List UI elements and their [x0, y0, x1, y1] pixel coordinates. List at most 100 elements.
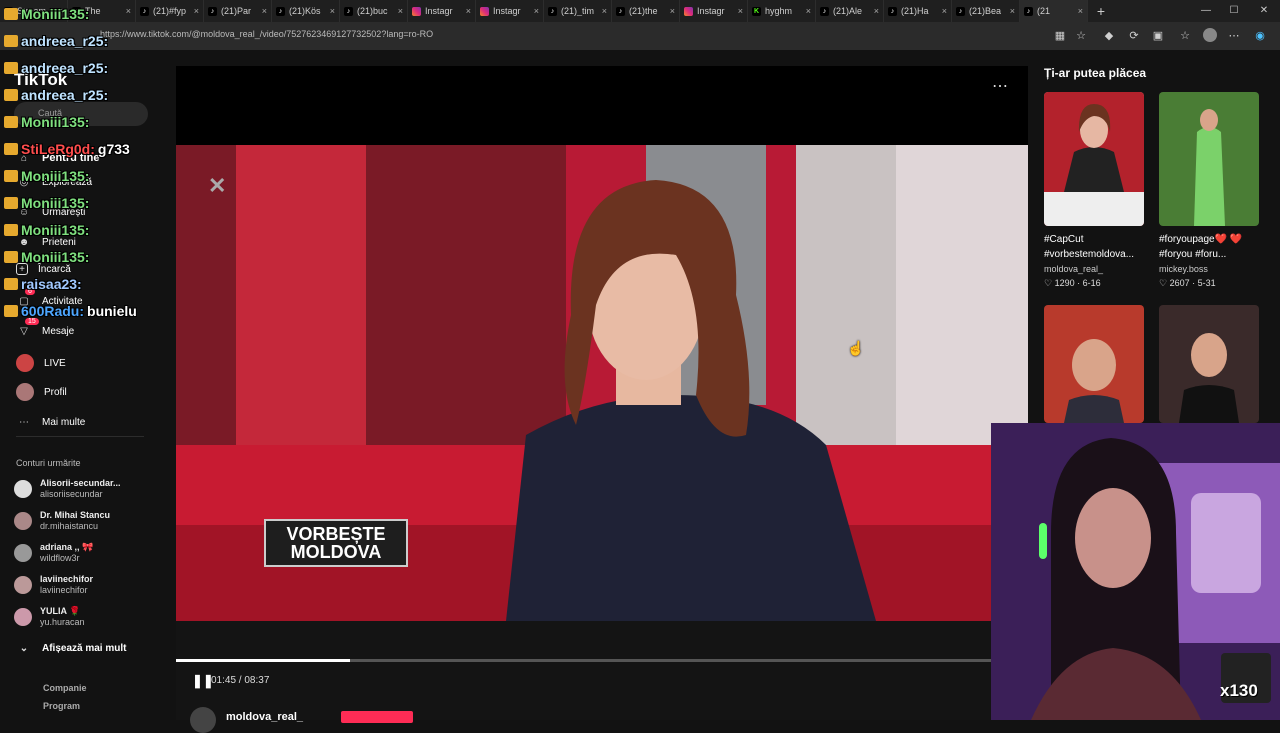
- close-tab-icon[interactable]: ×: [1078, 6, 1083, 16]
- recommended-card[interactable]: #foryoupage❤️ ❤️ #foryou #foru... mickey…: [1159, 92, 1259, 289]
- refresh-icon[interactable]: ⟳: [1126, 28, 1142, 44]
- split-view-icon[interactable]: ▣: [1150, 28, 1166, 44]
- recommended-card[interactable]: #CapCut #vorbestemoldova... moldova_real…: [1044, 92, 1144, 289]
- menu-dots-icon[interactable]: ⋯: [1226, 28, 1242, 44]
- close-tab-icon[interactable]: ×: [330, 6, 335, 16]
- chat-badge-icon: [4, 89, 18, 101]
- browser-tab[interactable]: ♪ (21)buc ×: [340, 0, 408, 22]
- show-more-button[interactable]: ⌄ Afișează mai mult: [16, 640, 127, 656]
- author-avatar[interactable]: [190, 707, 216, 733]
- maximize-button[interactable]: ☐: [1218, 0, 1250, 22]
- following-heading: Conturi urmărite: [16, 458, 81, 468]
- close-tab-icon[interactable]: ×: [126, 6, 131, 16]
- video-frame[interactable]: VORBEȘTE MOLDOVA ✕: [176, 145, 1028, 621]
- follow-button[interactable]: [341, 711, 413, 723]
- chevron-down-icon: ⌄: [19, 642, 29, 654]
- tiktok-icon: ♪: [276, 6, 285, 16]
- browser-tab[interactable]: ♪ (21)_tim ×: [544, 0, 612, 22]
- chat-badge-icon: [4, 224, 18, 236]
- browser-tab[interactable]: ♪ (21 ×: [1020, 0, 1088, 22]
- followed-account[interactable]: adriana ,, 🎀 wildflow3r: [14, 542, 93, 564]
- video-time: 01:45 / 08:37: [211, 675, 270, 686]
- favorites-icon[interactable]: ☆: [1177, 28, 1193, 44]
- nav-messages[interactable]: ▽ 15 Mesaje: [16, 318, 74, 339]
- nav-more[interactable]: ⋯ Mai multe: [16, 414, 85, 430]
- webcam-overlay: x130: [991, 423, 1280, 720]
- chat-badge-icon: [4, 8, 18, 20]
- close-tab-icon[interactable]: ×: [534, 6, 539, 16]
- kick-icon: K: [752, 6, 761, 16]
- close-tab-icon[interactable]: ×: [874, 6, 879, 16]
- browser-tab[interactable]: ♪ (21)Kös ×: [272, 0, 340, 22]
- chat-badge-icon: [4, 251, 18, 263]
- card-author: moldova_real_: [1044, 264, 1104, 274]
- instagram-icon: [684, 6, 693, 16]
- avatar: [14, 544, 32, 562]
- close-tab-icon[interactable]: ×: [942, 6, 947, 16]
- chat-message: raisaa23:: [4, 276, 85, 292]
- hand-cursor-icon: ☝: [847, 340, 865, 356]
- tab-title: Instagr: [425, 6, 453, 16]
- video-more-icon[interactable]: ⋯: [992, 76, 1008, 96]
- close-tab-icon[interactable]: ×: [262, 6, 267, 16]
- chat-message: Moniii135:: [4, 6, 92, 22]
- bookmark-star-icon[interactable]: ☆: [1073, 28, 1089, 44]
- card-title: #CapCut #vorbestemoldova...: [1044, 234, 1135, 260]
- tab-title: (21)Ha: [901, 6, 929, 16]
- profile-icon: [16, 383, 34, 401]
- tab-title: (21)Bea: [969, 6, 1002, 16]
- browser-tab[interactable]: ♪ (21)#fyp ×: [136, 0, 204, 22]
- footer-company-link[interactable]: Companie: [43, 683, 87, 693]
- thumbnail: [1044, 92, 1144, 226]
- close-tab-icon[interactable]: ×: [738, 6, 743, 16]
- profile-avatar-icon[interactable]: [1202, 28, 1218, 44]
- browser-tab[interactable]: Instagr ×: [476, 0, 544, 22]
- close-tab-icon[interactable]: ×: [466, 6, 471, 16]
- gift-count-badge: x130: [1220, 681, 1258, 700]
- chat-badge-icon: [4, 278, 18, 290]
- thumbnail: [1159, 305, 1259, 423]
- card-title: #foryoupage❤️ ❤️ #foryou #foru...: [1159, 234, 1243, 260]
- nav-live[interactable]: LIVE: [16, 354, 66, 372]
- tab-title: (21)buc: [357, 6, 388, 16]
- progress-fill: [176, 659, 350, 662]
- tiktok-icon: ♪: [616, 6, 625, 16]
- close-tab-icon[interactable]: ×: [670, 6, 675, 16]
- recommended-card[interactable]: [1159, 305, 1259, 423]
- browser-tab[interactable]: ♪ (21)Bea ×: [952, 0, 1020, 22]
- footer-program-link[interactable]: Program: [43, 701, 80, 711]
- close-tab-icon[interactable]: ×: [398, 6, 403, 16]
- browser-tab[interactable]: ♪ (21)the ×: [612, 0, 680, 22]
- copilot-icon[interactable]: ◉: [1252, 28, 1268, 44]
- nav-profile[interactable]: Profil: [16, 383, 67, 401]
- chat-username: Moniii135:: [21, 195, 90, 211]
- close-tab-icon[interactable]: ×: [806, 6, 811, 16]
- tiktok-icon: ♪: [140, 6, 149, 16]
- close-window-button[interactable]: ✕: [1248, 0, 1280, 22]
- extension-icon[interactable]: ◆: [1101, 28, 1117, 44]
- url-field[interactable]: https://www.tiktok.com/@moldova_real_/vi…: [100, 29, 433, 39]
- followed-account[interactable]: Dr. Mihai Stancu dr.mihaistancu: [14, 510, 110, 532]
- chat-username: Moniii135:: [21, 6, 90, 22]
- browser-tab[interactable]: Instagr ×: [408, 0, 476, 22]
- translate-icon[interactable]: ▦: [1052, 28, 1068, 44]
- followed-account[interactable]: laviinechifor laviinechifor: [14, 574, 93, 596]
- chat-message: Moniii135:: [4, 114, 92, 130]
- close-tab-icon[interactable]: ×: [602, 6, 607, 16]
- chat-message: 600Radu: bunielu: [4, 303, 137, 319]
- browser-tab[interactable]: Instagr ×: [680, 0, 748, 22]
- browser-tab[interactable]: ♪ (21)Ale ×: [816, 0, 884, 22]
- author-name[interactable]: moldova_real_: [226, 711, 303, 723]
- followed-account[interactable]: YULIA 🌹 yu.huracan: [14, 606, 85, 628]
- new-tab-button[interactable]: +: [1088, 3, 1114, 19]
- browser-tab[interactable]: ♪ (21)Par ×: [204, 0, 272, 22]
- chat-username: Moniii135:: [21, 168, 90, 184]
- recommended-card[interactable]: [1044, 305, 1144, 423]
- followed-account[interactable]: Alisorii-secundar... alisoriisecundar: [14, 478, 121, 500]
- browser-tab[interactable]: ♪ (21)Ha ×: [884, 0, 952, 22]
- close-tab-icon[interactable]: ×: [194, 6, 199, 16]
- browser-tab[interactable]: Khyghm ×: [748, 0, 816, 22]
- progress-track[interactable]: [176, 659, 1028, 662]
- chat-username: 600Radu:: [21, 303, 85, 319]
- close-tab-icon[interactable]: ×: [1010, 6, 1015, 16]
